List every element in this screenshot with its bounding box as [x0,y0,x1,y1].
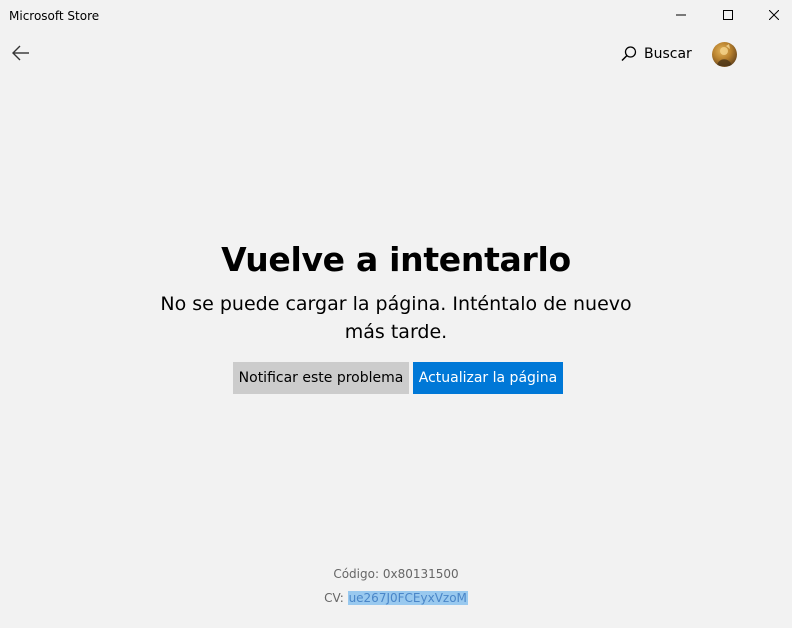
search-label: Buscar [644,46,692,62]
search-icon [621,46,637,62]
close-icon [769,10,779,20]
user-avatar[interactable] [712,42,737,67]
refresh-page-button[interactable]: Actualizar la página [413,362,563,394]
maximize-button[interactable] [705,0,751,30]
avatar-image [717,44,732,66]
maximize-icon [723,10,733,20]
error-title: Vuelve a intentarlo [221,240,571,279]
back-button[interactable] [4,36,38,70]
microsoft-store-window: Microsoft Store Buscar Vuelve a intentar… [0,0,792,628]
correlation-vector: CV: ue267J0FCEyxVzoM [0,590,792,606]
error-code-label: Código: [333,567,380,581]
minimize-icon [676,14,686,16]
report-problem-button[interactable]: Notificar este problema [233,362,409,394]
error-code: Código: 0x80131500 [0,566,792,582]
error-code-value: 0x80131500 [382,567,459,581]
app-title: Microsoft Store [9,9,100,23]
back-arrow-icon [12,45,29,61]
error-message: No se puede cargar la página. Inténtalo … [160,293,632,343]
title-bar[interactable]: Microsoft Store [0,0,792,32]
nav-bar: Buscar [0,32,792,78]
cv-value[interactable]: ue267J0FCEyxVzoM [347,591,468,605]
close-button[interactable] [751,0,792,30]
minimize-button[interactable] [658,0,704,30]
search-button[interactable]: Buscar [616,38,694,70]
cv-label: CV: [324,591,344,605]
